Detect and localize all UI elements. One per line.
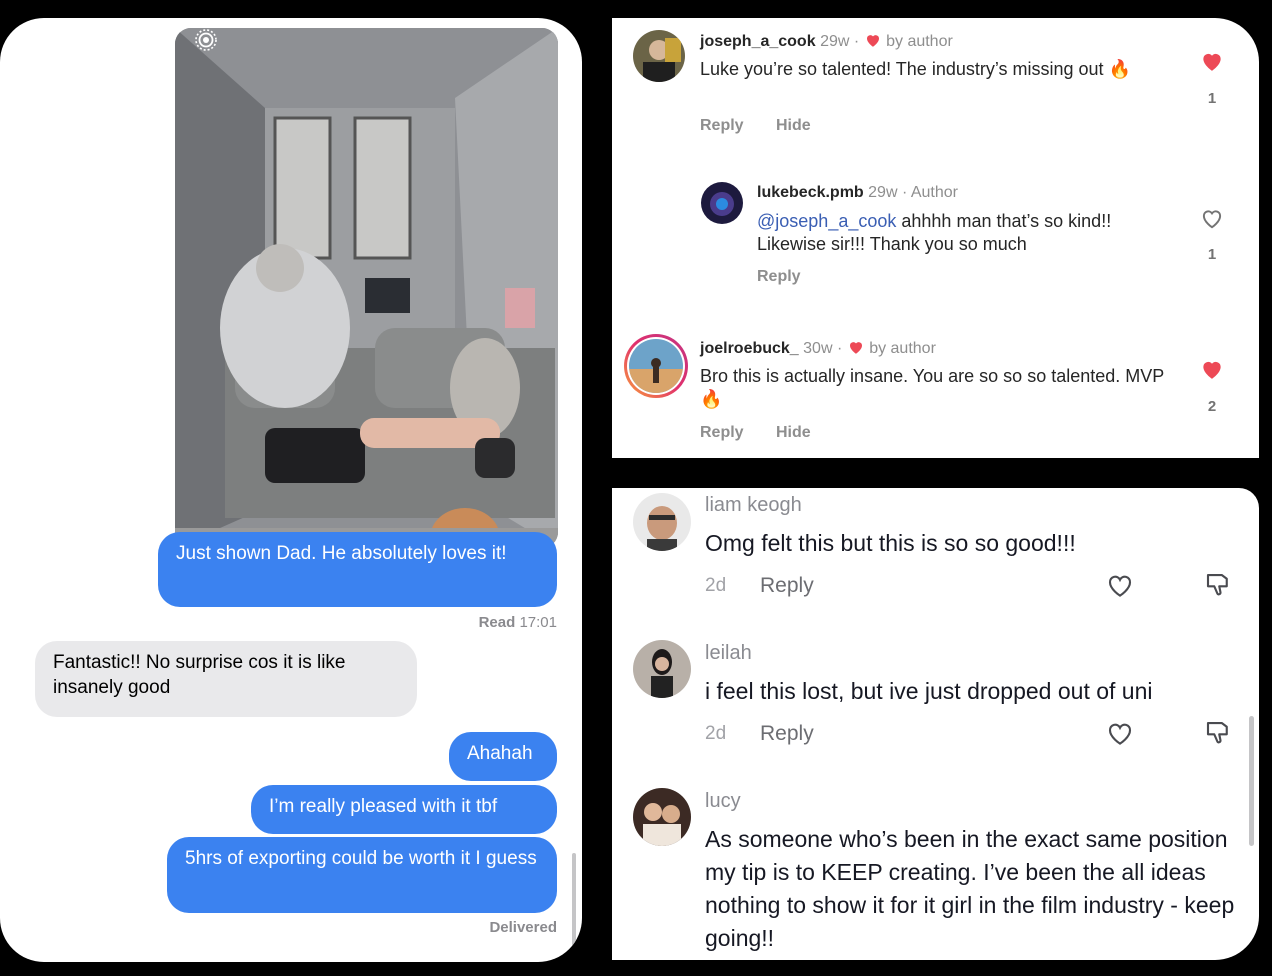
imessage-panel: Just shown Dad. He absolutely loves it! … (0, 18, 582, 962)
comment-text: As someone who’s been in the exact same … (705, 826, 1235, 951)
avatar[interactable] (633, 493, 691, 551)
message-bubble-out[interactable]: I’m really pleased with it tbf (251, 785, 557, 834)
username[interactable]: lukebeck.pmb (757, 184, 864, 201)
by-author-badge: by author (869, 340, 936, 357)
message-bubble-out[interactable]: 5hrs of exporting could be worth it I gu… (167, 837, 557, 913)
reply-button[interactable]: Reply (700, 117, 744, 135)
avatar[interactable] (701, 182, 743, 224)
heart-icon[interactable] (1105, 718, 1135, 748)
comment-text: Bro this is actually insane. You are so … (700, 366, 1164, 409)
heart-outline-icon[interactable] (1198, 205, 1226, 231)
reply-button[interactable]: Reply (760, 574, 814, 598)
read-label: Read (478, 614, 516, 631)
thumbs-down-icon[interactable] (1203, 718, 1233, 748)
reply-button[interactable]: Reply (700, 424, 744, 442)
comment-text: Omg felt this but this is so so good!!! (705, 530, 1076, 556)
message-bubble-out[interactable]: Ahahah (449, 732, 557, 781)
by-author-badge: by author (886, 33, 953, 50)
comment-time: 2d (705, 575, 727, 596)
shared-photo[interactable] (175, 28, 558, 548)
author-badge: Author (910, 184, 958, 201)
live-photo-icon[interactable] (194, 28, 218, 52)
heart-icon (849, 342, 862, 354)
message-bubble-in[interactable]: Fantastic!! No surprise cos it is like i… (35, 641, 417, 717)
username[interactable]: joseph_a_cook (700, 33, 816, 50)
like-count: 1 (1207, 90, 1217, 107)
username[interactable]: liam keogh (705, 494, 802, 517)
read-time: 17:01 (519, 614, 557, 631)
comment-time: 2d (705, 723, 727, 744)
like-count: 2 (1207, 398, 1217, 415)
heart-icon[interactable] (1105, 570, 1135, 600)
hide-button[interactable]: Hide (776, 117, 811, 135)
reply-button[interactable]: Reply (757, 268, 801, 286)
tiktok-comments-panel: liam keogh Omg felt this but this is so … (612, 488, 1259, 960)
thumbs-down-icon[interactable] (1203, 570, 1233, 600)
heart-icon (866, 35, 879, 47)
comment-time: 30w · (803, 340, 843, 357)
heart-icon[interactable] (1198, 356, 1226, 382)
reply-button[interactable]: Reply (760, 722, 814, 746)
instagram-comments-panel: joseph_a_cook 29w · by author Luke you’r… (612, 18, 1259, 458)
comment-header: lukebeck.pmb 29w · Author (757, 184, 958, 202)
comment-header: joelroebuck_ 30w · by author (700, 338, 936, 358)
avatar[interactable] (633, 640, 691, 698)
like-count: 1 (1207, 246, 1217, 263)
read-receipt: Read 17:01 (380, 614, 557, 631)
heart-icon[interactable] (1198, 48, 1226, 74)
avatar[interactable] (633, 788, 691, 846)
comment-text: Luke you’re so talented! The industry’s … (700, 59, 1131, 79)
mention-link[interactable]: @joseph_a_cook (757, 211, 896, 231)
avatar[interactable] (633, 30, 685, 82)
delivered-status: Delivered (489, 919, 557, 936)
message-bubble-out[interactable]: Just shown Dad. He absolutely loves it! (158, 532, 557, 607)
comment-text: @joseph_a_cook ahhhh man that’s so kind!… (757, 210, 1177, 256)
username[interactable]: leilah (705, 642, 752, 665)
comment-time: 29w · (868, 184, 908, 201)
avatar-story-ring[interactable] (624, 334, 688, 398)
hide-button[interactable]: Hide (776, 424, 811, 442)
comment-header: joseph_a_cook 29w · by author (700, 31, 953, 51)
comment-time: 29w · (820, 33, 860, 50)
username[interactable]: joelroebuck_ (700, 340, 799, 357)
scrollbar[interactable] (572, 853, 576, 962)
comment-text: i feel this lost, but ive just dropped o… (705, 678, 1153, 704)
username[interactable]: lucy (705, 790, 741, 813)
scrollbar[interactable] (1249, 716, 1254, 846)
